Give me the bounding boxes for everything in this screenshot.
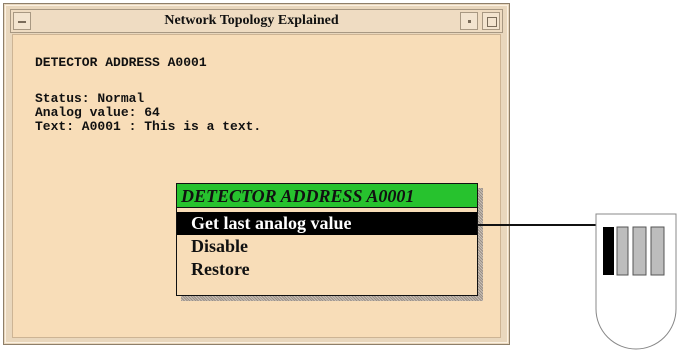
detector-header: DETECTOR ADDRESS A0001	[35, 55, 207, 70]
detector-device-icon	[595, 213, 677, 350]
minimize-button[interactable]	[460, 12, 478, 30]
maximize-icon	[487, 17, 497, 27]
maximize-button[interactable]	[482, 12, 500, 30]
context-menu-title: DETECTOR ADDRESS A0001	[177, 184, 477, 208]
dash-icon	[18, 21, 26, 23]
context-menu: DETECTOR ADDRESS A0001 Get last analog v…	[176, 183, 478, 296]
menu-item-restore[interactable]: Restore	[177, 258, 477, 281]
minimize-icon	[468, 20, 471, 23]
title-bar[interactable]: Network Topology Explained	[10, 9, 503, 33]
detector-text: Text: A0001 : This is a text.	[35, 119, 262, 134]
connector-line	[478, 224, 596, 226]
status-text: Status: Normal	[35, 91, 145, 106]
analog-value-text: Analog value: 64	[35, 105, 160, 120]
menu-item-disable[interactable]: Disable	[177, 235, 477, 258]
menu-item-get-last-analog-value[interactable]: Get last analog value	[177, 212, 477, 235]
window-title: Network Topology Explained	[164, 13, 339, 28]
window-menu-button[interactable]	[13, 12, 31, 30]
